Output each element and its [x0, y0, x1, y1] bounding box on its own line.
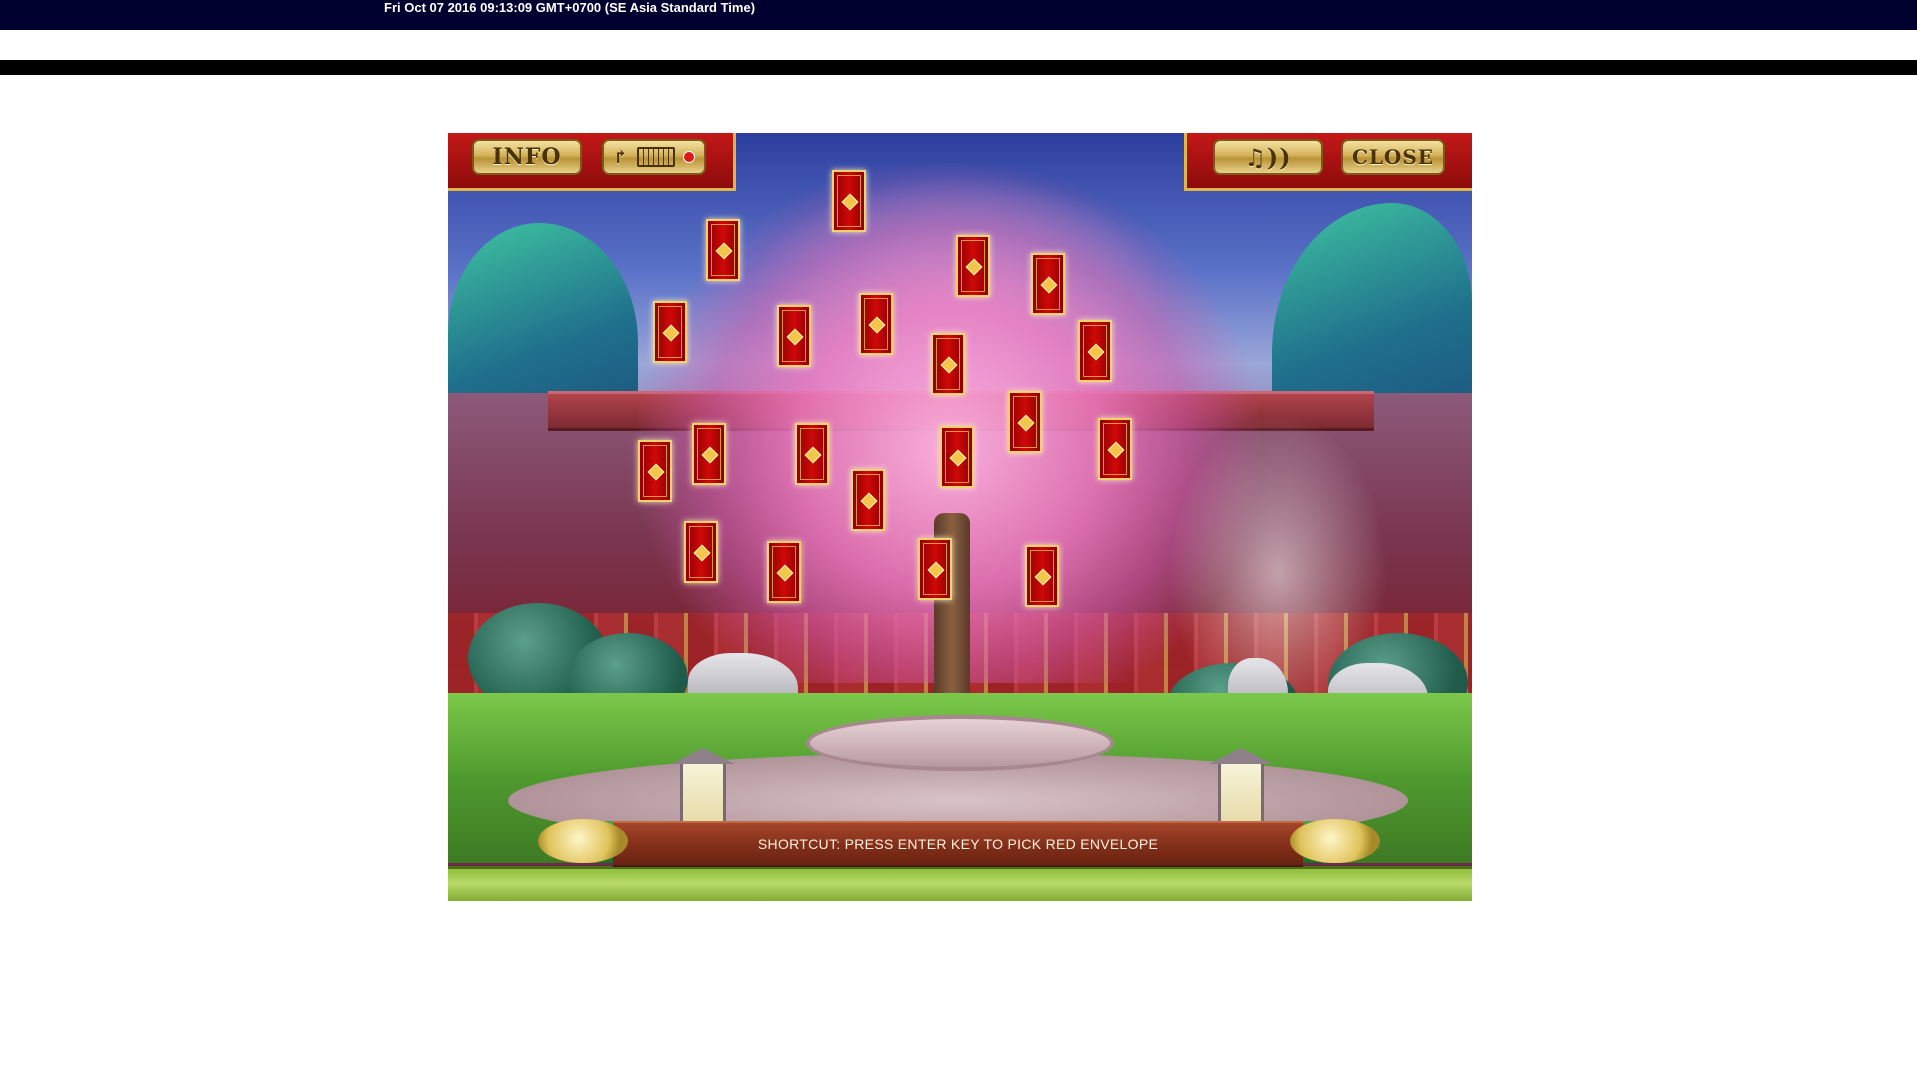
bottom-grass-bar: [448, 866, 1472, 901]
diamond-icon: [804, 446, 822, 464]
diamond-icon: [662, 324, 680, 342]
close-button[interactable]: CLOSE: [1341, 139, 1445, 175]
diamond-icon: [1107, 441, 1125, 459]
divider: [0, 60, 1917, 75]
red-envelope[interactable]: [638, 440, 672, 502]
diamond-icon: [965, 258, 983, 276]
diamond-icon: [1040, 276, 1058, 294]
music-sound-icon: ♫)): [1244, 142, 1292, 172]
red-envelope[interactable]: [1098, 418, 1132, 480]
diamond-icon: [940, 356, 958, 374]
arrow-icon: ↱: [612, 146, 630, 168]
record-dot-icon: [683, 151, 696, 163]
red-envelope[interactable]: [653, 301, 687, 363]
red-envelope[interactable]: [692, 423, 726, 485]
left-toolbar: INFO ↱: [448, 133, 736, 191]
diamond-icon: [647, 463, 665, 481]
status-bar: Fri Oct 07 2016 09:13:09 GMT+0700 (SE As…: [0, 0, 1917, 30]
red-envelope[interactable]: [832, 170, 866, 232]
gold-cloud-icon: [1290, 819, 1380, 863]
red-envelope[interactable]: [859, 293, 893, 355]
red-envelope[interactable]: [1078, 320, 1112, 382]
sound-button[interactable]: ♫)): [1213, 139, 1323, 175]
info-button-label: INFO: [492, 144, 562, 170]
red-envelope[interactable]: [1031, 253, 1065, 315]
red-envelope[interactable]: [931, 333, 965, 395]
red-envelope[interactable]: [1008, 391, 1042, 453]
diamond-icon: [701, 446, 719, 464]
diamond-icon: [693, 544, 711, 562]
red-envelope[interactable]: [1025, 545, 1059, 607]
diamond-icon: [776, 564, 794, 582]
red-envelope[interactable]: [795, 423, 829, 485]
info-button[interactable]: INFO: [472, 139, 582, 175]
red-envelope[interactable]: [851, 469, 885, 531]
red-envelope[interactable]: [777, 305, 811, 367]
shortcut-text: SHORTCUT: PRESS ENTER KEY TO PICK RED EN…: [757, 836, 1159, 852]
diamond-icon: [1034, 568, 1052, 586]
red-envelope[interactable]: [706, 219, 740, 281]
diamond-icon: [841, 193, 859, 211]
red-envelope[interactable]: [684, 521, 718, 583]
diamond-icon: [1087, 343, 1105, 361]
gold-cloud-icon: [538, 819, 628, 863]
shortcut-banner: SHORTCUT: PRESS ENTER KEY TO PICK RED EN…: [613, 821, 1303, 867]
diamond-icon: [949, 449, 967, 467]
diamond-icon: [786, 328, 804, 346]
keyboard-icon: [637, 147, 676, 167]
diamond-icon: [868, 316, 886, 334]
red-envelope[interactable]: [767, 541, 801, 603]
red-envelope[interactable]: [956, 235, 990, 297]
close-button-label: CLOSE: [1351, 145, 1435, 169]
diamond-icon: [715, 242, 733, 260]
red-envelope[interactable]: [918, 538, 952, 600]
red-envelope[interactable]: [940, 426, 974, 488]
timestamp: Fri Oct 07 2016 09:13:09 GMT+0700 (SE As…: [384, 0, 756, 15]
game-canvas: INFO ↱ ♫)) CLOSE SHORTCUT: PRESS ENTER K…: [448, 133, 1472, 901]
keyboard-shortcut-button[interactable]: ↱: [602, 139, 706, 175]
diamond-icon: [927, 561, 945, 579]
diamond-icon: [1017, 414, 1035, 432]
right-toolbar: ♫)) CLOSE: [1184, 133, 1472, 191]
diamond-icon: [860, 492, 878, 510]
stone-fountain: [806, 715, 1114, 771]
